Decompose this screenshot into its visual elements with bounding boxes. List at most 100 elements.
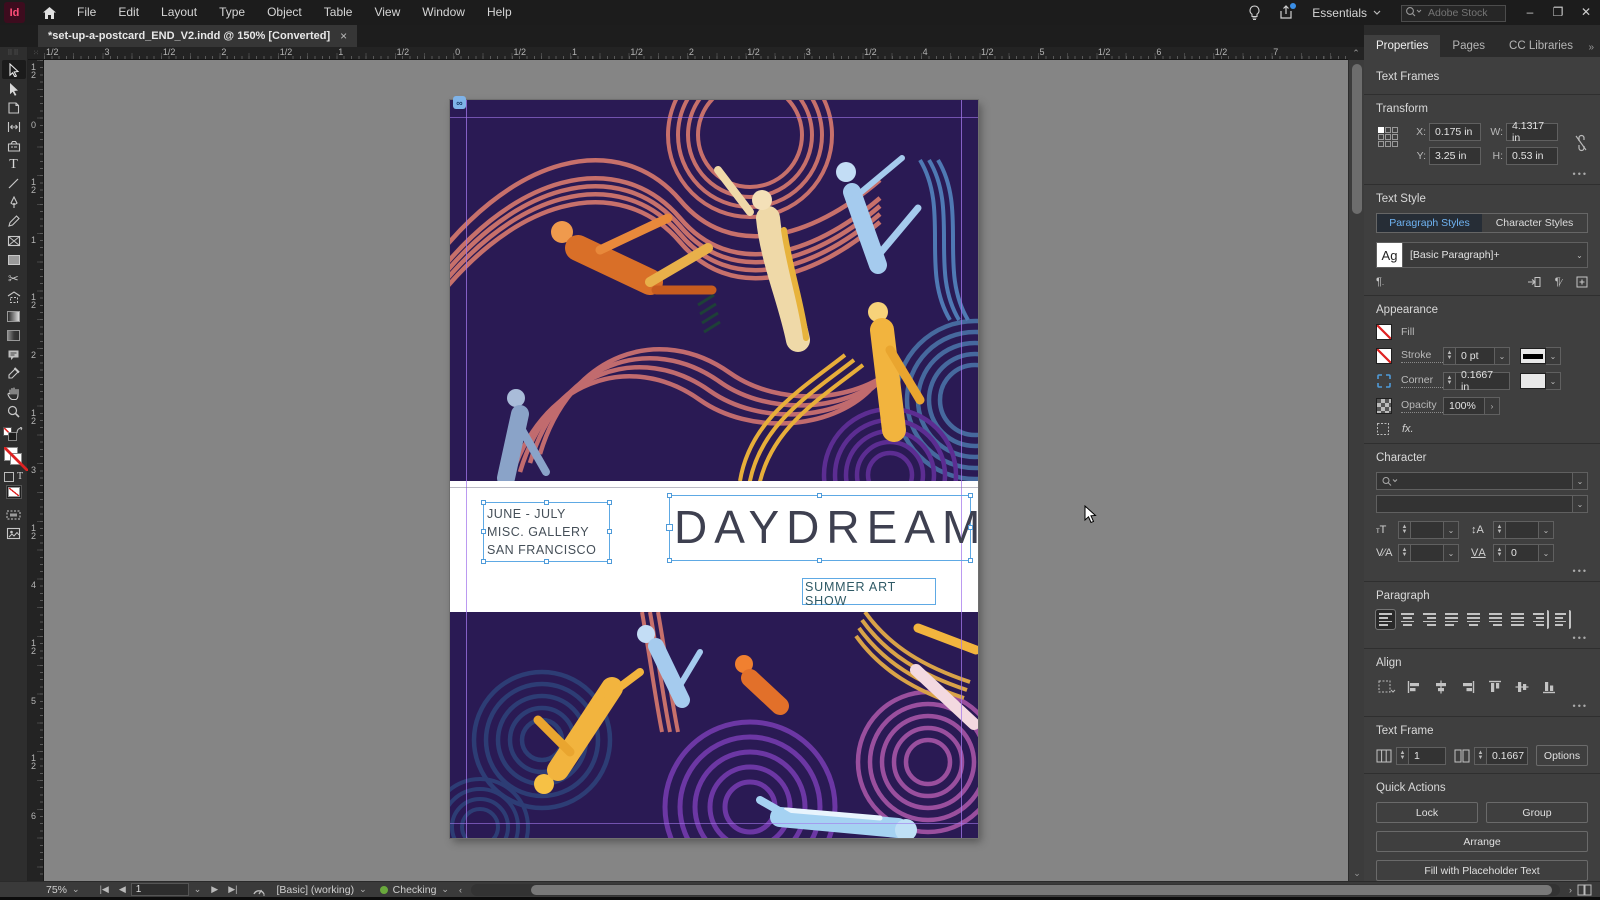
scissors-tool[interactable]: ✂ — [2, 269, 26, 288]
group-button[interactable]: Group — [1486, 802, 1588, 823]
lock-button[interactable]: Lock — [1376, 802, 1478, 823]
line-tool[interactable] — [2, 174, 26, 193]
font-size-stepper[interactable]: ▲ ▼ — [1398, 521, 1410, 539]
tracking-stepper[interactable]: ▲ ▼ — [1493, 544, 1505, 562]
hand-tool[interactable] — [2, 383, 26, 402]
leading-stepper[interactable]: ▲ ▼ — [1493, 521, 1505, 539]
x-field[interactable]: 0.175 in — [1429, 123, 1481, 141]
align-objects-vcenter-icon[interactable] — [1511, 677, 1533, 697]
align-left-button[interactable] — [1375, 609, 1396, 630]
preflight-dropdown-icon[interactable]: ⌄ — [354, 884, 372, 895]
arrange-button[interactable]: Arrange — [1376, 831, 1588, 852]
type-tool[interactable]: T — [2, 155, 26, 174]
headline-text-frame[interactable]: DAYDREAM — [666, 493, 980, 563]
new-style-icon[interactable] — [1576, 276, 1588, 288]
gradient-swatch-tool[interactable] — [2, 307, 26, 326]
gutter-field[interactable]: 0.1667 — [1486, 746, 1528, 765]
tracking-field[interactable]: 0 — [1505, 544, 1539, 562]
fx-icon[interactable]: fx. — [1402, 423, 1414, 435]
menu-item[interactable]: Type — [208, 0, 256, 25]
menu-item[interactable]: Help — [476, 0, 523, 25]
corner-radius-field[interactable]: 0.1667 in — [1455, 369, 1510, 393]
swap-fill-stroke-icon[interactable] — [16, 427, 25, 436]
stroke-swatch[interactable] — [1376, 348, 1392, 364]
default-fill-stroke-icon[interactable] — [2, 427, 25, 445]
scroll-right-icon[interactable]: › — [1564, 885, 1577, 895]
paragraph-more-options[interactable]: ••• — [1573, 633, 1588, 643]
toolbar-grip[interactable]: ⠿⠿ — [7, 49, 19, 57]
preflight-profile-value[interactable]: [Basic] (working) — [276, 884, 354, 896]
zoom-dropdown-icon[interactable]: ⌄ — [67, 884, 85, 895]
status-dropdown-icon[interactable]: ⌄ — [436, 884, 454, 895]
align-away-spine-button[interactable] — [1552, 610, 1571, 629]
page-dropdown-icon[interactable]: ⌄ — [189, 884, 207, 895]
menu-item[interactable]: Edit — [107, 0, 150, 25]
clear-overrides-icon[interactable]: ¶⁄ — [1555, 276, 1562, 288]
document-page[interactable]: ∞ JUNE - JULY MISC. GALLERY SAN FRANCISC… — [450, 96, 980, 838]
fill-swatch-none[interactable] — [3, 447, 28, 471]
vertical-scrollbar[interactable]: ⌄ — [1348, 60, 1364, 881]
margin-guide-bottom[interactable] — [450, 823, 978, 824]
formatting-affects-container-icon[interactable] — [3, 471, 14, 482]
redefine-style-icon[interactable] — [1527, 276, 1541, 288]
zoom-level-value[interactable]: 75% — [46, 884, 67, 896]
fill-placeholder-button[interactable]: Fill with Placeholder Text — [1376, 860, 1588, 881]
character-more-options[interactable]: ••• — [1573, 566, 1588, 576]
kerning-dropdown[interactable]: ⌄ — [1444, 544, 1459, 562]
align-objects-hcenter-icon[interactable] — [1430, 677, 1452, 697]
corner-shape-dropdown[interactable]: ⌄ — [1546, 372, 1561, 390]
vertical-scrollbar-thumb[interactable] — [1352, 64, 1362, 214]
subtitle-text-frame[interactable]: SUMMER ART SHOW — [802, 578, 936, 608]
align-more-options[interactable]: ••• — [1573, 701, 1588, 711]
pencil-tool[interactable] — [2, 212, 26, 231]
transform-more-options[interactable]: ••• — [1573, 169, 1588, 179]
details-text-frame[interactable]: JUNE - JULY MISC. GALLERY SAN FRANCISCO — [481, 500, 612, 564]
justify-last-left-button[interactable] — [1442, 610, 1461, 629]
postcard-back-artwork[interactable] — [450, 612, 978, 838]
horizontal-ruler[interactable]: 1/2 3 1/2 2 1/2 1 1/2 0 1/2 1 1/2 2 1/2 3 1/2 4 1/2 5 1/2 6… — [44, 47, 1348, 60]
align-objects-bottom-icon[interactable] — [1538, 677, 1560, 697]
selection-tool[interactable] — [1, 60, 26, 79]
kerning-field[interactable] — [1410, 544, 1444, 562]
paragraph-styles-tab[interactable]: Paragraph Styles — [1377, 214, 1482, 232]
rectangle-tool[interactable] — [2, 250, 26, 269]
share-icon[interactable] — [1279, 3, 1297, 20]
gutter-stepper[interactable]: ▲ ▼ — [1474, 746, 1486, 765]
align-objects-left-icon[interactable] — [1403, 677, 1425, 697]
align-to-dropdown[interactable] — [1376, 677, 1398, 697]
text-frame-options-button[interactable]: Options — [1536, 745, 1588, 766]
zoom-tool[interactable] — [2, 402, 26, 421]
workspace-switcher[interactable]: Essentials — [1312, 6, 1381, 20]
y-field[interactable]: 3.25 in — [1429, 147, 1481, 165]
constrain-proportions-icon[interactable] — [1574, 133, 1588, 153]
leading-field[interactable] — [1505, 521, 1539, 539]
indesign-logo-icon[interactable]: Id — [4, 2, 25, 23]
screen-mode-icon[interactable] — [2, 505, 26, 524]
margin-guide-top[interactable] — [450, 117, 978, 118]
scroll-up-icon[interactable]: ⌃ — [1348, 47, 1364, 60]
columns-field[interactable]: 1 — [1408, 746, 1446, 765]
preflight-status-label[interactable]: Checking — [393, 884, 437, 896]
font-style-dropdown[interactable]: ⌄ — [1573, 495, 1588, 513]
tab-properties[interactable]: Properties — [1364, 35, 1441, 57]
align-objects-top-icon[interactable] — [1484, 677, 1506, 697]
corner-radius-stepper[interactable]: ▲ ▼ — [1443, 372, 1455, 390]
align-center-button[interactable] — [1398, 610, 1417, 629]
kerning-stepper[interactable]: ▲ ▼ — [1398, 544, 1410, 562]
gap-tool[interactable] — [2, 117, 26, 136]
close-button[interactable]: ✕ — [1572, 0, 1600, 25]
object-effects-icon[interactable] — [1376, 422, 1390, 436]
postcard-front-artwork[interactable] — [450, 100, 978, 481]
stroke-weight-dropdown[interactable]: ⌄ — [1495, 347, 1510, 365]
w-field[interactable]: 4.1317 in — [1506, 120, 1558, 144]
stroke-weight-field[interactable]: 0 pt — [1455, 347, 1495, 365]
leading-dropdown[interactable]: ⌄ — [1539, 521, 1554, 539]
menu-item[interactable]: Object — [256, 0, 313, 25]
opacity-expand-arrow[interactable]: › — [1485, 397, 1500, 415]
document-tab[interactable]: *set-up-a-postcard_END_V2.indd @ 150% [C… — [38, 25, 358, 47]
formatting-affects-text-icon[interactable]: T — [17, 471, 23, 482]
tab-pages[interactable]: Pages — [1440, 35, 1497, 57]
apply-none-button[interactable] — [5, 485, 22, 499]
menu-item[interactable]: Layout — [150, 0, 208, 25]
preflight-gauge-icon[interactable] — [252, 884, 266, 896]
